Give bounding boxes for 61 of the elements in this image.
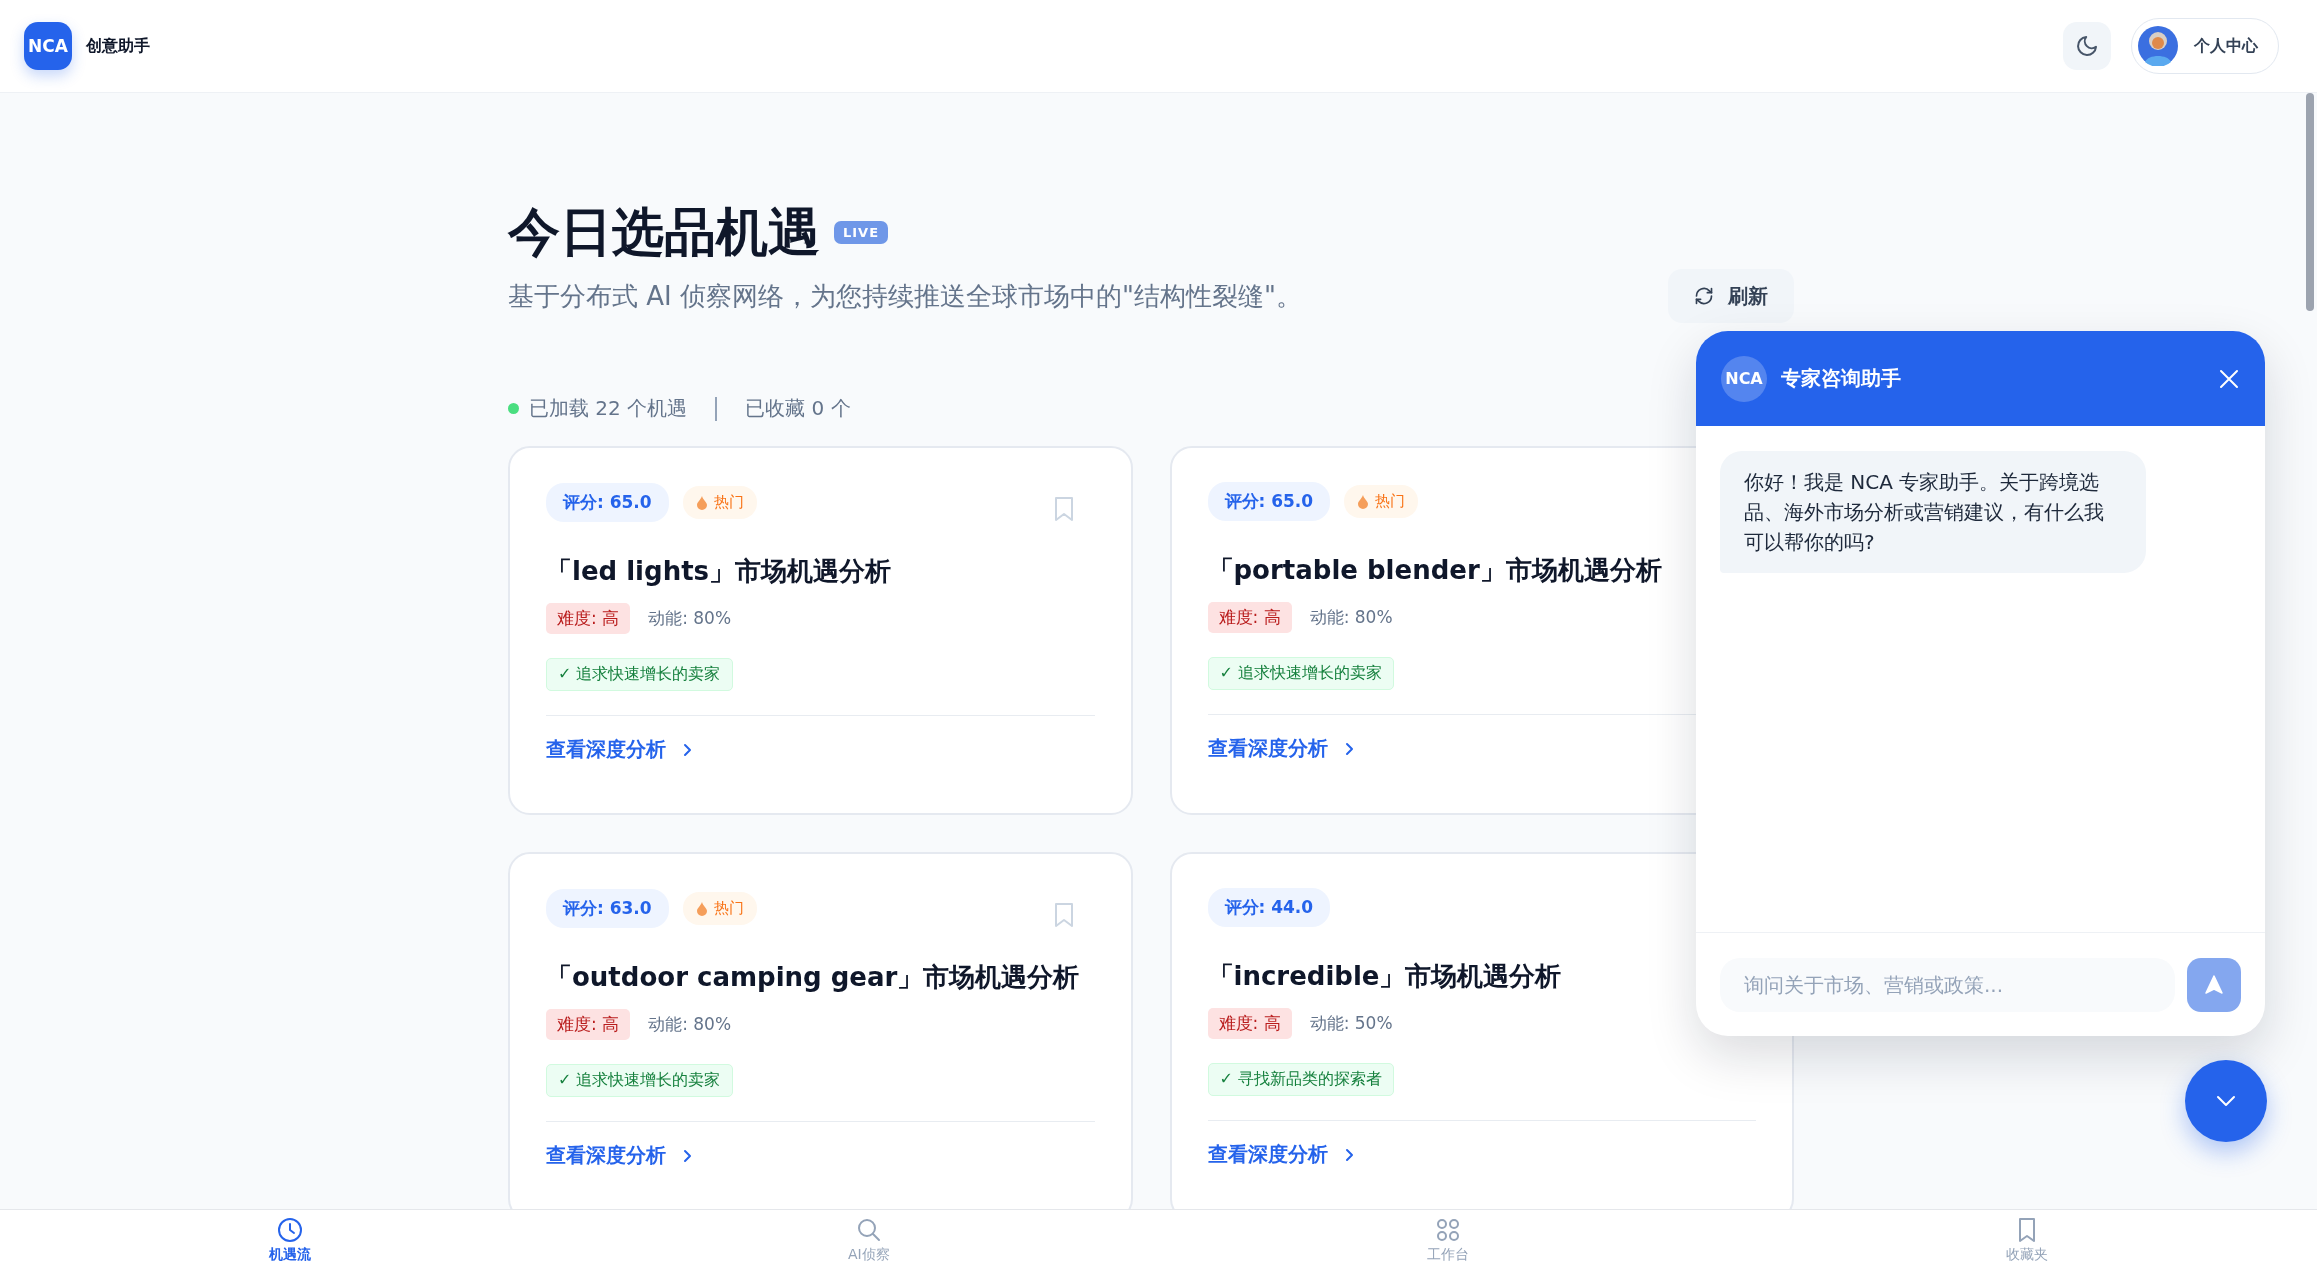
avatar-icon xyxy=(2138,26,2178,66)
audience-tag: ✓ 追求快速增长的卖家 xyxy=(546,658,733,692)
score-badge: 评分: 65.0 xyxy=(546,482,669,522)
nav-tab[interactable]: AI侦察 xyxy=(817,1210,920,1280)
score-badge: 评分: 44.0 xyxy=(1207,888,1331,928)
momentum-text: 动能: 80% xyxy=(648,607,732,631)
scrollbar-thumb[interactable] xyxy=(2306,93,2314,311)
profile-button[interactable]: 个人中心 xyxy=(2131,18,2279,74)
deep-analysis-link[interactable]: 查看深度分析 xyxy=(1207,1141,1356,1169)
chat-message: 你好！我是 NCA 专家助手。关于跨境选品、海外市场分析或营销建议，有什么我可以帮你的吗? xyxy=(1720,451,2146,573)
momentum-text: 动能: 80% xyxy=(648,1013,732,1037)
assistant-avatar: NCA xyxy=(1721,355,1767,402)
message-input-field[interactable]: 询问关于市场、营销或政策... xyxy=(1720,957,2175,1012)
send-button[interactable] xyxy=(2187,957,2241,1012)
card-title: 「incredible」市场机遇分析 xyxy=(1207,960,1562,994)
hot-label: 热门 xyxy=(713,492,744,512)
page-subtitle: 基于分布式 AI 侦察网络，为您持续推送全球市场中的"结构性裂缝"。 xyxy=(508,279,1302,313)
card-title: 「outdoor camping gear」市场机遇分析 xyxy=(546,961,1080,995)
card-title: 「led lights」市场机遇分析 xyxy=(546,555,892,589)
flame-icon xyxy=(1357,494,1370,510)
clock-icon xyxy=(275,1216,304,1244)
page-title: 今日选品机遇 xyxy=(508,201,820,264)
loaded-count: 已加载 22 个机遇 xyxy=(529,395,688,423)
score-badge: 评分: 63.0 xyxy=(546,888,669,928)
bookmark-icon[interactable] xyxy=(1052,902,1075,929)
audience-tag: ✓ 追求快速增长的卖家 xyxy=(546,1064,733,1098)
saved-count: 已收藏 0 个 xyxy=(745,395,851,423)
collapse-chat-button[interactable] xyxy=(2185,1060,2267,1142)
difficulty-badge: 难度: 高 xyxy=(1207,1008,1292,1040)
moon-icon xyxy=(2075,34,2099,58)
refresh-icon xyxy=(1694,286,1714,307)
audience-tag: ✓ 追求快速增长的卖家 xyxy=(1207,657,1394,691)
score-badge: 评分: 65.0 xyxy=(1207,482,1331,522)
bookmark-icon[interactable] xyxy=(1052,496,1075,523)
card-title: 「portable blender」市场机遇分析 xyxy=(1207,554,1662,588)
nav-tab[interactable]: 机遇流 xyxy=(238,1210,341,1280)
deep-analysis-link[interactable]: 查看深度分析 xyxy=(546,1142,694,1170)
app-logo: NCA xyxy=(24,22,72,70)
nav-tab[interactable]: 工作台 xyxy=(1397,1210,1499,1280)
difficulty-badge: 难度: 高 xyxy=(546,603,631,635)
refresh-button[interactable]: 刷新 xyxy=(1668,269,1794,324)
hot-label: 热门 xyxy=(713,898,744,918)
status-dot xyxy=(508,403,519,415)
hot-label: 热门 xyxy=(1375,492,1406,512)
theme-toggle-button[interactable] xyxy=(2063,22,2111,70)
momentum-text: 动能: 50% xyxy=(1309,1012,1393,1036)
deep-analysis-link[interactable]: 查看深度分析 xyxy=(546,736,694,764)
close-icon[interactable] xyxy=(2218,367,2240,390)
chat-title: 专家咨询助手 xyxy=(1781,365,1901,392)
audience-tag: ✓ 寻找新品类的探索者 xyxy=(1207,1063,1394,1097)
deep-analysis-link[interactable]: 查看深度分析 xyxy=(1207,735,1356,763)
momentum-text: 动能: 80% xyxy=(1309,606,1393,630)
difficulty-badge: 难度: 高 xyxy=(546,1009,631,1041)
nav-tab[interactable]: 收藏夹 xyxy=(1976,1210,2079,1280)
app-name: 创意助手 xyxy=(86,35,150,57)
difficulty-badge: 难度: 高 xyxy=(1207,602,1292,634)
flame-icon xyxy=(695,900,708,916)
live-badge: LIVE xyxy=(834,220,889,244)
flame-icon xyxy=(695,494,708,510)
grid-icon xyxy=(1434,1216,1462,1244)
send-icon xyxy=(2202,972,2226,997)
